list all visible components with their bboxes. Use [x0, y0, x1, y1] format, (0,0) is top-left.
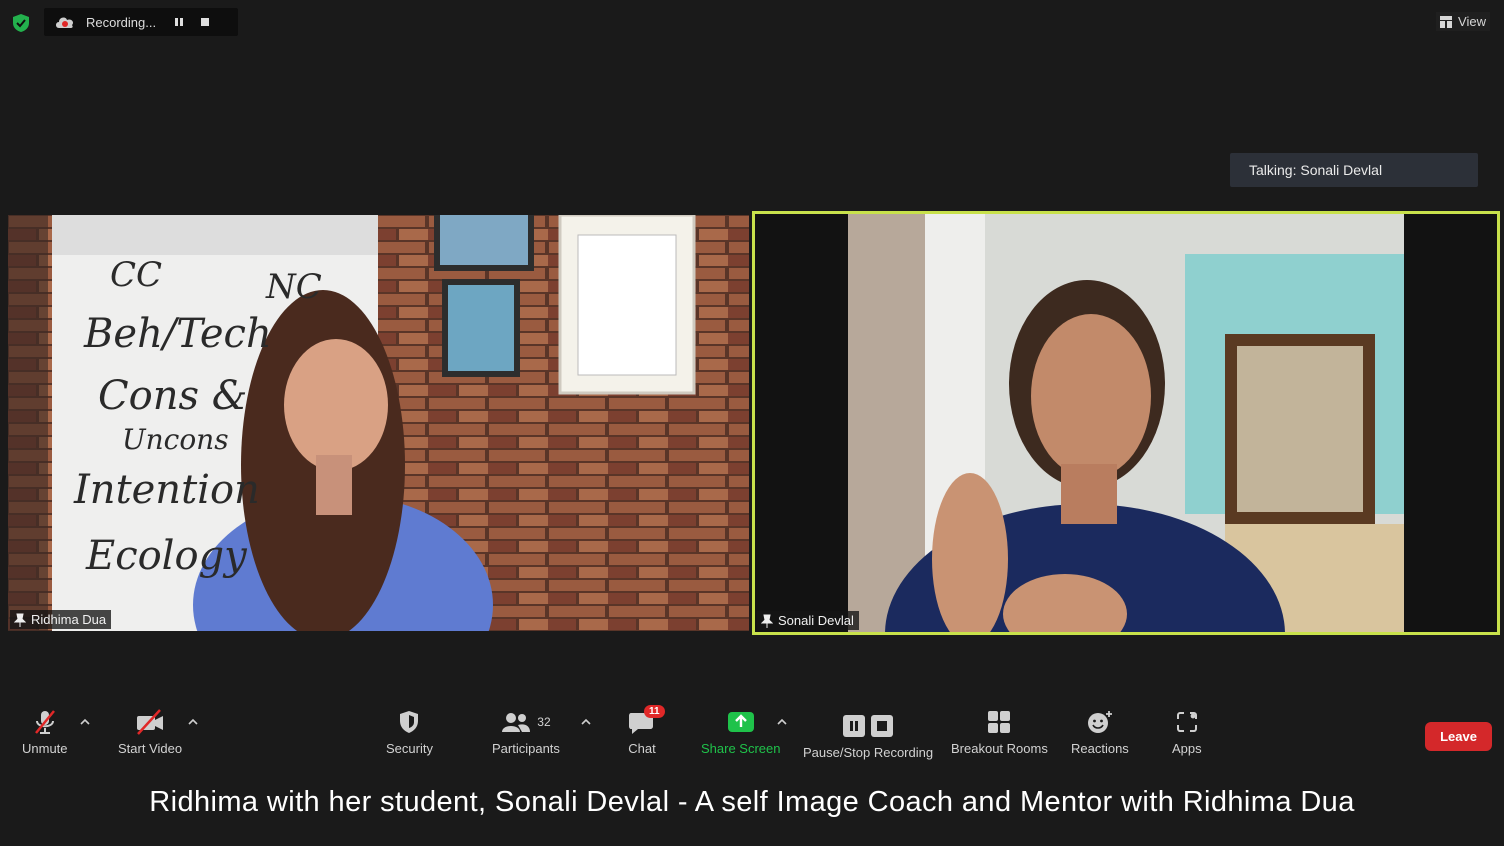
microphone-muted-icon: [34, 710, 55, 734]
unmute-label: Unmute: [22, 741, 68, 756]
pause-stop-recording-icon: [843, 715, 894, 737]
stop-recording-button[interactable]: [194, 11, 216, 33]
reactions-label: Reactions: [1071, 741, 1129, 756]
pin-icon: [14, 613, 26, 627]
whiteboard-line: Intention: [74, 467, 260, 513]
participants-options-chevron-up-icon[interactable]: [580, 716, 592, 728]
apps-label: Apps: [1172, 741, 1202, 756]
chat-button[interactable]: 11 Chat: [628, 705, 665, 756]
breakout-rooms-grid-icon: [988, 711, 1011, 733]
whiteboard-line: Ecology: [86, 533, 247, 579]
whiteboard-line: CC: [110, 255, 163, 295]
view-label: View: [1458, 14, 1486, 29]
stop-icon: [201, 18, 209, 26]
apps-icon: [1176, 712, 1197, 732]
share-screen-arrow-icon: [727, 712, 754, 732]
view-button[interactable]: View: [1436, 12, 1490, 31]
leave-button[interactable]: Leave: [1425, 722, 1492, 751]
whiteboard-line: NC: [266, 267, 322, 307]
breakout-rooms-button[interactable]: Breakout Rooms: [951, 706, 1048, 756]
breakout-rooms-label: Breakout Rooms: [951, 741, 1048, 756]
start-video-button[interactable]: Start Video: [118, 706, 182, 756]
pause-icon: [175, 18, 183, 26]
chat-unread-badge: 11: [644, 705, 665, 718]
security-label: Security: [386, 741, 433, 756]
participants-count: 32: [537, 715, 551, 729]
recording-bar: Recording...: [44, 8, 238, 36]
grid-view-icon: [1440, 15, 1453, 28]
share-options-chevron-up-icon[interactable]: [776, 716, 788, 728]
talking-indicator: Talking: Sonali Devlal: [1230, 153, 1478, 187]
audio-options-chevron-up-icon[interactable]: [79, 716, 91, 728]
participant-name-badge: Ridhima Dua: [10, 610, 112, 629]
shield-icon: [400, 711, 419, 733]
apps-button[interactable]: Apps: [1172, 706, 1202, 756]
pause-stop-recording-label: Pause/Stop Recording: [803, 745, 934, 760]
pause-stop-recording-button[interactable]: Pause/Stop Recording: [803, 710, 933, 760]
pin-icon: [761, 614, 773, 628]
whiteboard-line: Uncons: [122, 423, 229, 456]
participant-name: Sonali Devlal: [778, 613, 854, 628]
video-feed-sonali: [755, 214, 1497, 632]
video-camera-off-icon: [137, 709, 164, 735]
start-video-label: Start Video: [118, 741, 183, 756]
video-options-chevron-up-icon[interactable]: [187, 716, 199, 728]
whiteboard-line: Cons &: [98, 373, 248, 419]
unmute-button[interactable]: Unmute: [22, 706, 68, 756]
share-screen-button[interactable]: Share Screen: [701, 706, 781, 756]
cloud-recording-icon: [56, 17, 74, 28]
security-shield-icon[interactable]: [10, 12, 32, 34]
participant-name: Ridhima Dua: [31, 612, 107, 627]
participants-button[interactable]: 32 Participants: [492, 706, 560, 756]
reactions-button[interactable]: Reactions: [1071, 706, 1129, 756]
pause-recording-button[interactable]: [168, 11, 190, 33]
participants-icon: [502, 713, 531, 732]
share-screen-label: Share Screen: [701, 741, 781, 756]
smiley-face-icon: [1087, 711, 1112, 733]
video-caption: Ridhima with her student, Sonali Devlal …: [149, 786, 1355, 818]
chat-label: Chat: [628, 741, 656, 756]
video-tile-ridhima[interactable]: CC NC Beh/Tech Cons & Uncons Intention E…: [8, 215, 749, 631]
recording-status-text: Recording...: [86, 14, 157, 30]
participants-label: Participants: [492, 741, 560, 756]
participant-name-badge: Sonali Devlal: [757, 611, 859, 630]
video-tile-sonali[interactable]: Sonali Devlal: [752, 211, 1500, 635]
whiteboard-line: Beh/Tech: [84, 311, 272, 357]
security-button[interactable]: Security: [386, 706, 433, 756]
